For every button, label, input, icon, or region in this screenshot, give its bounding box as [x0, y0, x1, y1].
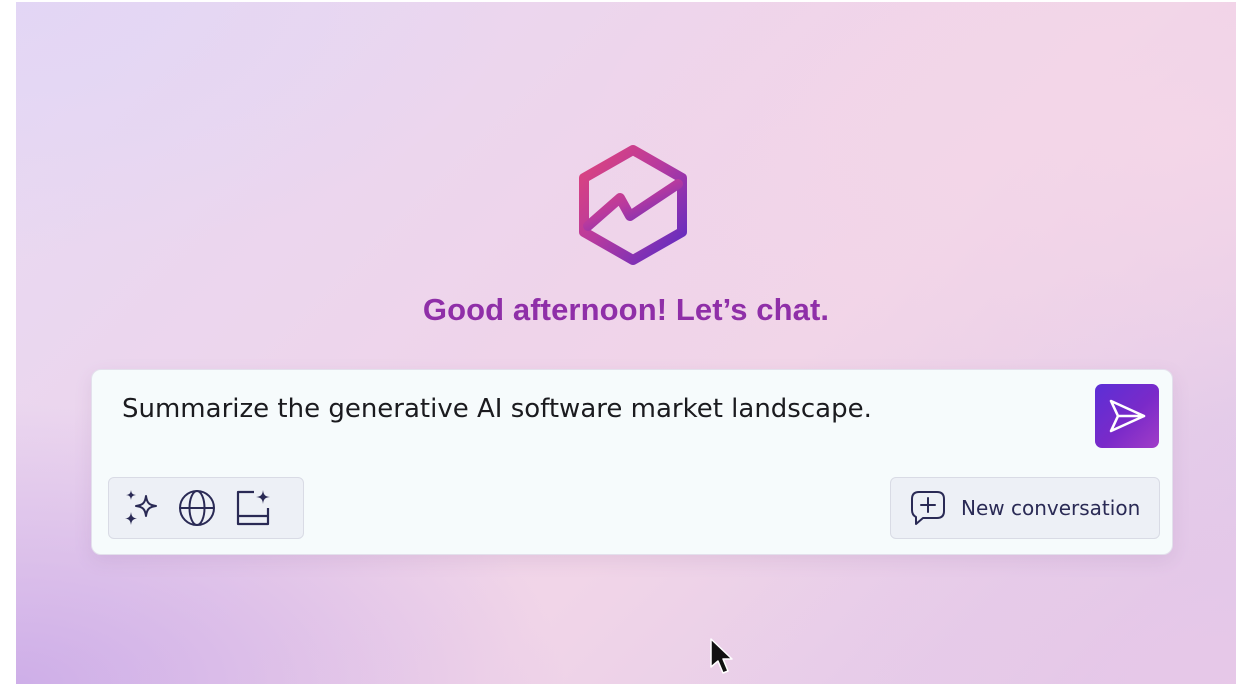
prompt-input[interactable]: [122, 388, 1082, 430]
greeting-heading: Good afternoon! Let’s chat.: [422, 292, 830, 327]
new-conversation-label: New conversation: [961, 496, 1141, 520]
send-icon: [1109, 399, 1146, 433]
send-button[interactable]: [1095, 384, 1159, 448]
chat-home-screen: Good afternoon! Let’s chat. Summarize th…: [16, 2, 1236, 684]
document-sparkle-icon: [236, 490, 270, 526]
sparkles-button[interactable]: [121, 488, 161, 528]
tools-toolbar: [108, 477, 304, 539]
mouse-pointer-icon: [710, 638, 733, 674]
globe-icon: [179, 490, 215, 526]
document-sparkle-button[interactable]: [233, 488, 273, 528]
web-search-button[interactable]: [177, 488, 217, 528]
app-logo-icon: [579, 145, 687, 265]
chat-input-card: New conversation: [91, 369, 1173, 555]
sparkles-icon: [125, 490, 157, 525]
chat-add-icon: [911, 491, 945, 525]
new-conversation-button[interactable]: New conversation: [890, 477, 1160, 539]
